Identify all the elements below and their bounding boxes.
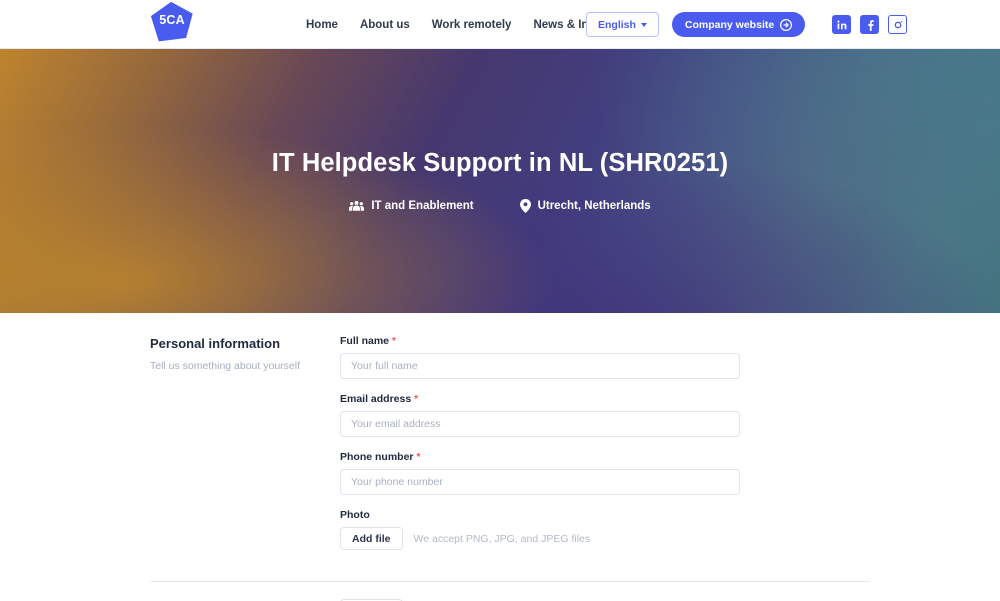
language-label: English — [598, 18, 636, 31]
company-website-label: Company website — [684, 18, 775, 31]
page-title: IT Helpdesk Support in NL (SHR0251) — [271, 149, 729, 177]
field-email-address: Email address * — [340, 393, 740, 437]
personal-information-fields: Full name * Email address * Phone number… — [340, 335, 740, 564]
company-website-button[interactable]: Company website — [671, 12, 806, 37]
users-group-icon — [349, 200, 365, 211]
language-selector-button[interactable]: English — [586, 12, 659, 37]
section-personal-information: Personal information Tell us something a… — [0, 335, 1000, 564]
linkedin-icon[interactable] — [832, 15, 852, 34]
phone-number-label: Phone number * — [340, 451, 740, 463]
hero-banner: IT Helpdesk Support in NL (SHR0251) IT a… — [0, 49, 1000, 313]
header-actions: English Company website — [586, 0, 908, 49]
application-form: Personal information Tell us something a… — [0, 313, 1000, 601]
job-meta: IT and Enablement Utrecht, Netherlands — [0, 199, 1000, 213]
logo-5ca[interactable]: 5CA — [150, 0, 194, 44]
full-name-label: Full name * — [340, 335, 740, 347]
section-subtitle-personal: Tell us something about yourself — [150, 360, 300, 372]
full-name-input[interactable] — [340, 353, 740, 379]
nav-about-us[interactable]: About us — [360, 19, 410, 31]
job-department: IT and Enablement — [349, 200, 474, 212]
job-location-label: Utrecht, Netherlands — [537, 200, 651, 212]
pentagon-logo-icon: 5CA — [150, 1, 194, 43]
main-navigation: Home About us Work remotely News & Insig… — [306, 0, 622, 49]
phone-number-label-text: Phone number — [340, 451, 414, 463]
personal-information-heading-block: Personal information Tell us something a… — [150, 335, 340, 564]
field-photo-upload: Photo Add file We accept PNG, JPG, and J… — [340, 509, 740, 550]
site-header: 5CA Home About us Work remotely News & I… — [0, 0, 1000, 49]
arrow-right-circle-icon — [780, 18, 793, 31]
job-location: Utrecht, Netherlands — [519, 199, 651, 213]
social-links — [832, 15, 908, 34]
phone-number-input[interactable] — [340, 469, 740, 495]
email-address-input[interactable] — [340, 411, 740, 437]
email-address-label-text: Email address — [340, 393, 412, 405]
section-title-personal: Personal information — [150, 336, 281, 351]
field-full-name: Full name * — [340, 335, 740, 379]
facebook-icon[interactable] — [860, 15, 880, 34]
nav-work-remotely[interactable]: Work remotely — [432, 19, 512, 31]
photo-add-file-button[interactable]: Add file — [340, 527, 403, 550]
required-asterisk: * — [414, 394, 419, 405]
full-name-label-text: Full name — [340, 335, 390, 347]
section-divider — [150, 581, 870, 582]
job-department-label: IT and Enablement — [371, 200, 474, 212]
photo-label: Photo — [340, 509, 370, 521]
required-asterisk: * — [391, 336, 396, 347]
map-pin-icon — [519, 199, 531, 213]
email-address-label: Email address * — [340, 393, 740, 405]
required-asterisk: * — [416, 452, 421, 463]
instagram-icon[interactable] — [888, 15, 908, 34]
nav-home[interactable]: Home — [306, 19, 338, 31]
logo-text: 5CA — [159, 13, 185, 27]
chevron-down-icon — [640, 22, 647, 27]
photo-file-hint: We accept PNG, JPG, and JPEG files — [413, 532, 591, 545]
field-phone-number: Phone number * — [340, 451, 740, 495]
